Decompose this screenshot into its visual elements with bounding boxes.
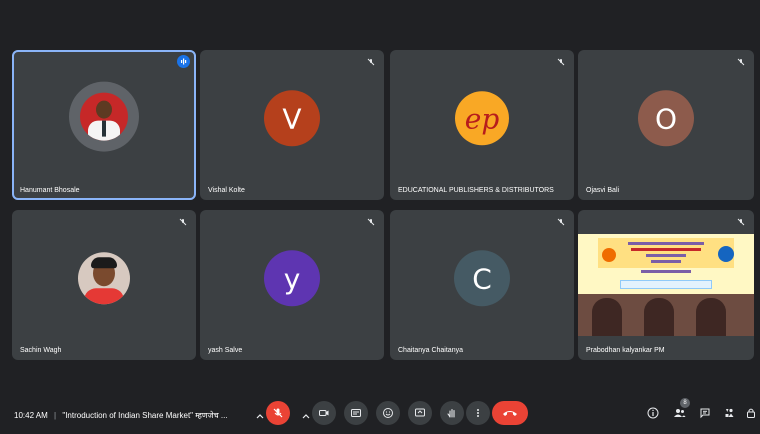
leave-call-button[interactable]: [492, 401, 528, 425]
profile-photo: [80, 92, 128, 141]
people-icon: [673, 409, 685, 417]
avatar: ep: [454, 90, 510, 146]
avatar: C: [454, 250, 510, 307]
mic-muted-icon: [367, 218, 375, 226]
avatar: [69, 81, 139, 152]
emoji-button[interactable]: [376, 401, 400, 425]
activities-button[interactable]: [722, 406, 736, 420]
mic-muted-icon: [737, 218, 745, 226]
participant-name: Hanumant Bhosale: [20, 187, 80, 194]
host-controls-button[interactable]: [744, 406, 758, 420]
publisher-logo: ep: [455, 91, 509, 146]
participant-name: EDUCATIONAL PUBLISHERS & DISTRIBUTORS: [398, 187, 554, 194]
participant-name: Vishal Kolte: [208, 187, 245, 194]
meeting-toolbar: 10:42 AM | "Introduction of Indian Share…: [0, 394, 760, 434]
top-band: [0, 0, 760, 48]
info-icon: [647, 407, 659, 419]
captions-icon: [351, 409, 361, 417]
participant-tile-ojasvi[interactable]: O Ojasvi Bali: [578, 50, 754, 200]
people-button[interactable]: [672, 406, 686, 420]
mic-muted-icon: [367, 58, 375, 66]
meeting-info: 10:42 AM | "Introduction of Indian Share…: [14, 410, 228, 421]
avatar: V: [264, 90, 320, 147]
participant-name: Prabodhan kalyankar PM: [586, 347, 665, 354]
present-screen-icon: [415, 408, 425, 417]
shared-screen: [578, 234, 754, 336]
clock: 10:42 AM: [14, 411, 48, 420]
chat-icon: [700, 408, 710, 419]
lock-person-icon: [747, 408, 755, 418]
avatar: [76, 250, 132, 306]
hand-icon: [447, 408, 455, 418]
speaking-indicator-icon: [177, 55, 190, 68]
participant-name: Ojasvi Bali: [586, 187, 620, 194]
meeting-details-button[interactable]: [646, 406, 660, 420]
participant-tile-yash[interactable]: y yash Salve: [200, 210, 384, 360]
participant-tile-educational-publishers[interactable]: ep EDUCATIONAL PUBLISHERS & DISTRIBUTORS: [390, 50, 574, 200]
mic-muted-icon: [179, 218, 187, 226]
separator: |: [54, 411, 57, 420]
present-button[interactable]: [408, 401, 432, 425]
avatar: O: [638, 90, 694, 147]
participant-tile-chaitanya[interactable]: C Chaitanya Chaitanya: [390, 210, 574, 360]
profile-photo: [78, 252, 130, 305]
hang-up-icon: [503, 411, 517, 416]
participant-tile-hanumant[interactable]: Hanumant Bhosale: [12, 50, 196, 200]
more-options-button[interactable]: [466, 401, 490, 425]
mic-muted-icon: [557, 218, 565, 226]
chat-button[interactable]: [698, 406, 712, 420]
participant-tile-sachin[interactable]: Sachin Wagh: [12, 210, 196, 360]
participant-tile-vishal[interactable]: V Vishal Kolte: [200, 50, 384, 200]
participant-name: yash Salve: [208, 347, 243, 354]
raise-hand-button[interactable]: [440, 401, 464, 425]
participant-grid: Hanumant Bhosale V Vishal Kolte ep EDUCA…: [10, 50, 760, 360]
mic-muted-icon: [737, 58, 745, 66]
captions-button[interactable]: [344, 401, 368, 425]
emoji-icon: [383, 408, 393, 418]
mic-off-icon: [273, 408, 283, 418]
mic-muted-icon: [557, 58, 565, 66]
activities-icon: [725, 408, 734, 417]
participant-tile-prabodhan[interactable]: Prabodhan kalyankar PM: [578, 210, 754, 360]
camera-button[interactable]: [312, 401, 336, 425]
more-vert-icon: [477, 409, 479, 417]
avatar: y: [264, 250, 320, 307]
participant-name: Sachin Wagh: [20, 347, 62, 354]
participant-name: Chaitanya Chaitanya: [398, 347, 463, 354]
camera-icon: [319, 410, 329, 416]
meeting-title: "Introduction of Indian Share Market" म्…: [62, 411, 228, 420]
mic-off-button[interactable]: [266, 401, 290, 425]
